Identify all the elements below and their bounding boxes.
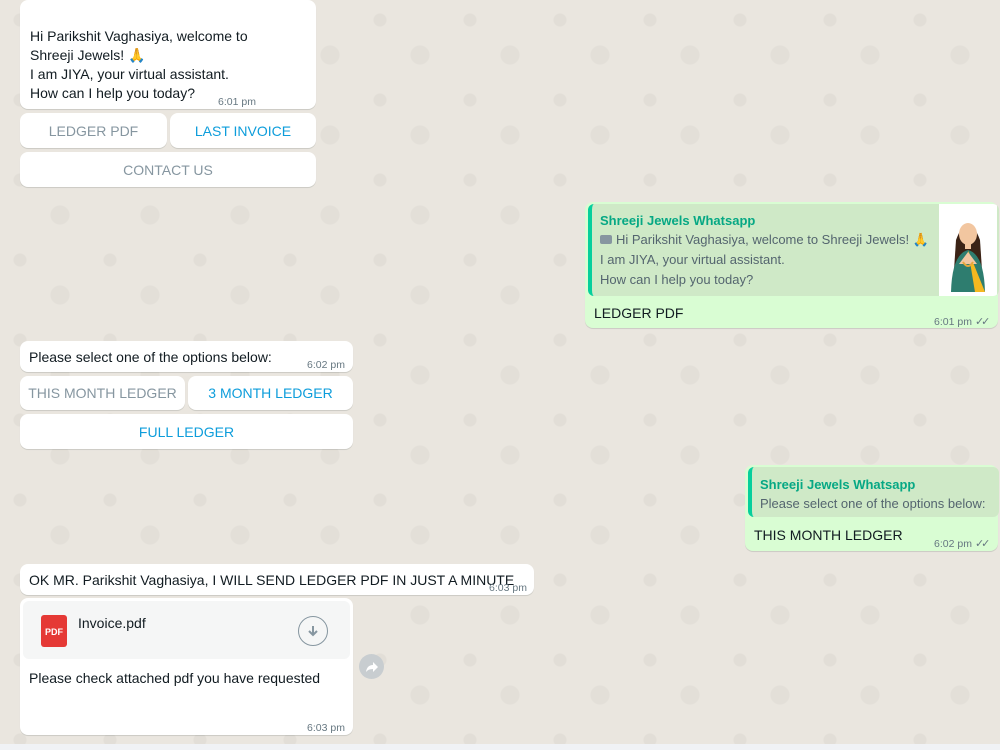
- options-text: Please select one of the options below:: [29, 349, 272, 365]
- confirmation-text: OK MR. Parikshit Vaghasiya, I WILL SEND …: [29, 572, 515, 588]
- reply-text: LEDGER PDF: [594, 305, 684, 321]
- ledger-pdf-button[interactable]: LEDGER PDF: [20, 113, 167, 148]
- assistant-thumbnail: [939, 204, 997, 296]
- reply-text: THIS MONTH LEDGER: [754, 527, 903, 543]
- confirmation-message: OK MR. Parikshit Vaghasiya, I WILL SEND …: [20, 564, 534, 595]
- download-icon[interactable]: [298, 616, 328, 646]
- forward-icon[interactable]: [359, 654, 384, 679]
- welcome-line-3: I am JIYA, your virtual assistant.: [30, 66, 229, 82]
- document-caption: Please check attached pdf you have reque…: [29, 670, 321, 686]
- message-time: 6:01 pm: [218, 96, 256, 108]
- document-attachment[interactable]: PDF Invoice.pdf: [23, 601, 350, 659]
- quoted-line-1: Please select one of the options below:: [760, 496, 986, 511]
- contact-us-button[interactable]: CONTACT US: [20, 152, 316, 187]
- document-message: PDF Invoice.pdf Please check attached pd…: [20, 598, 353, 735]
- quoted-sender: Shreeji Jewels Whatsapp: [600, 213, 756, 228]
- composer-edge: [0, 744, 1000, 750]
- message-time: 6:03 pm: [489, 582, 527, 594]
- three-month-ledger-button[interactable]: 3 MONTH LEDGER: [188, 376, 353, 410]
- welcome-message: Hi Parikshit Vaghasiya, welcome to Shree…: [20, 0, 316, 109]
- message-time: 6:02 pm ✓✓: [934, 538, 991, 550]
- camera-icon: [600, 235, 612, 244]
- welcome-line-4: How can I help you today?: [30, 85, 195, 101]
- full-ledger-button[interactable]: FULL LEDGER: [20, 414, 353, 449]
- quoted-line-2: I am JIYA, your virtual assistant.: [600, 252, 785, 267]
- options-message: Please select one of the options below: …: [20, 341, 353, 372]
- quoted-line-3: How can I help you today?: [600, 272, 754, 287]
- outgoing-reply-ledger-pdf: Shreeji Jewels Whatsapp Hi Parikshit Vag…: [585, 202, 999, 328]
- message-time: 6:03 pm: [307, 722, 345, 734]
- last-invoice-button[interactable]: LAST INVOICE: [170, 113, 316, 148]
- welcome-line-2: Shreeji Jewels! 🙏: [30, 47, 146, 63]
- quoted-message[interactable]: Shreeji Jewels Whatsapp Hi Parikshit Vag…: [588, 204, 999, 296]
- read-receipt-icon: ✓✓: [974, 316, 991, 328]
- message-time: 6:02 pm: [307, 359, 345, 371]
- document-filename: Invoice.pdf: [78, 615, 146, 631]
- welcome-line-1: Hi Parikshit Vaghasiya, welcome to: [30, 28, 248, 44]
- quoted-line-1: Hi Parikshit Vaghasiya, welcome to Shree…: [616, 232, 929, 247]
- message-time: 6:01 pm ✓✓: [934, 316, 991, 328]
- outgoing-reply-this-month: Shreeji Jewels Whatsapp Please select on…: [745, 465, 999, 551]
- read-receipt-icon: ✓✓: [974, 538, 991, 550]
- quoted-sender: Shreeji Jewels Whatsapp: [760, 477, 916, 492]
- this-month-ledger-button[interactable]: THIS MONTH LEDGER: [20, 376, 185, 410]
- quoted-message[interactable]: Shreeji Jewels Whatsapp Please select on…: [748, 467, 999, 517]
- pdf-file-icon: PDF: [41, 615, 67, 647]
